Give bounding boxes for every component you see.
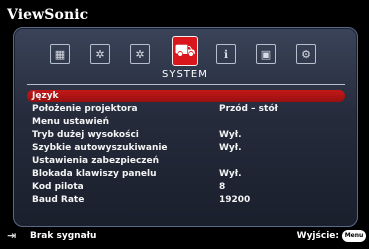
menu-item-projector-position[interactable]: Położenie projektora Przód – stół bbox=[27, 103, 345, 115]
menu-key-button[interactable]: Menu bbox=[342, 230, 366, 242]
menu-item-remote-code[interactable]: Kod pilota 8 bbox=[27, 181, 345, 193]
tab-picture-icon[interactable]: ▦ bbox=[50, 44, 70, 64]
input-source-icon: ⇥ bbox=[7, 229, 17, 242]
menu-item-value: 8 bbox=[219, 182, 226, 192]
menu-item-label: Tryb dużej wysokości bbox=[32, 130, 139, 140]
menu-item-quick-auto-search[interactable]: Szybkie autowyszukiwanie Wył. bbox=[27, 142, 345, 154]
tab-extra-icon[interactable]: ⚙ bbox=[296, 44, 316, 64]
menu-item-label: Język bbox=[32, 91, 59, 101]
menu-item-value: 19200 bbox=[219, 195, 251, 205]
menu-item-security-settings[interactable]: Ustawienia zabezpieczeń bbox=[27, 155, 345, 167]
tab-settings-icon[interactable]: ✲ bbox=[90, 44, 110, 64]
system-tools-icon: ⛟ bbox=[174, 40, 196, 61]
signal-status: Brak sygnału bbox=[30, 231, 97, 241]
settings-panel: ▦ ✲ ✲ ⛟ ℹ ▣ ⚙ SYSTEM Język Położenie pro… bbox=[13, 27, 358, 227]
extra-options-icon: ⚙ bbox=[301, 47, 311, 61]
menu-item-menu-settings[interactable]: Menu ustawień bbox=[27, 116, 345, 128]
menu-item-label: Ustawienia zabezpieczeń bbox=[32, 156, 160, 166]
advanced-gear-icon: ✲ bbox=[135, 47, 145, 61]
display-screen-icon: ▣ bbox=[260, 47, 272, 61]
tab-system-icon[interactable]: ⛟ bbox=[172, 36, 198, 66]
tab-advanced-icon[interactable]: ✲ bbox=[130, 44, 150, 64]
menu-item-label: Kod pilota bbox=[32, 182, 84, 192]
footer-bar: ⇥ Brak sygnału Wyjście: Menu bbox=[0, 230, 369, 246]
settings-cog-icon: ✲ bbox=[95, 47, 105, 61]
divider bbox=[27, 84, 345, 85]
menu-item-label: Menu ustawień bbox=[32, 117, 110, 127]
menu-item-label: Szybkie autowyszukiwanie bbox=[32, 143, 168, 153]
menu-item-value: Wył. bbox=[219, 169, 242, 179]
menu-item-panel-key-lock[interactable]: Blokada klawiszy panelu Wył. bbox=[27, 168, 345, 180]
menu-item-value: Przód – stół bbox=[219, 104, 278, 114]
picture-adjust-icon: ▦ bbox=[54, 47, 66, 61]
tab-information-icon[interactable]: ℹ bbox=[216, 44, 236, 64]
brand-logo: ViewSonic bbox=[7, 7, 89, 23]
exit-hint: Wyjście: bbox=[296, 231, 339, 241]
tab-display-icon[interactable]: ▣ bbox=[256, 44, 276, 64]
menu-item-value: Wył. bbox=[219, 143, 242, 153]
projector-osd: ViewSonic ▦ ✲ ✲ ⛟ ℹ ▣ ⚙ SYSTEM Język Poł… bbox=[0, 0, 369, 249]
menu-item-label: Położenie projektora bbox=[32, 104, 138, 114]
menu-item-high-altitude[interactable]: Tryb dużej wysokości Wył. bbox=[27, 129, 345, 141]
menu-item-label: Blokada klawiszy panelu bbox=[32, 169, 157, 179]
menu-item-value: Wył. bbox=[219, 130, 242, 140]
menu-item-baud-rate[interactable]: Baud Rate 19200 bbox=[27, 194, 345, 206]
active-tab-label: SYSTEM bbox=[162, 69, 208, 80]
information-icon: ℹ bbox=[223, 47, 229, 61]
menu-item-label: Baud Rate bbox=[32, 195, 85, 205]
menu-item-language[interactable]: Język bbox=[27, 90, 345, 102]
